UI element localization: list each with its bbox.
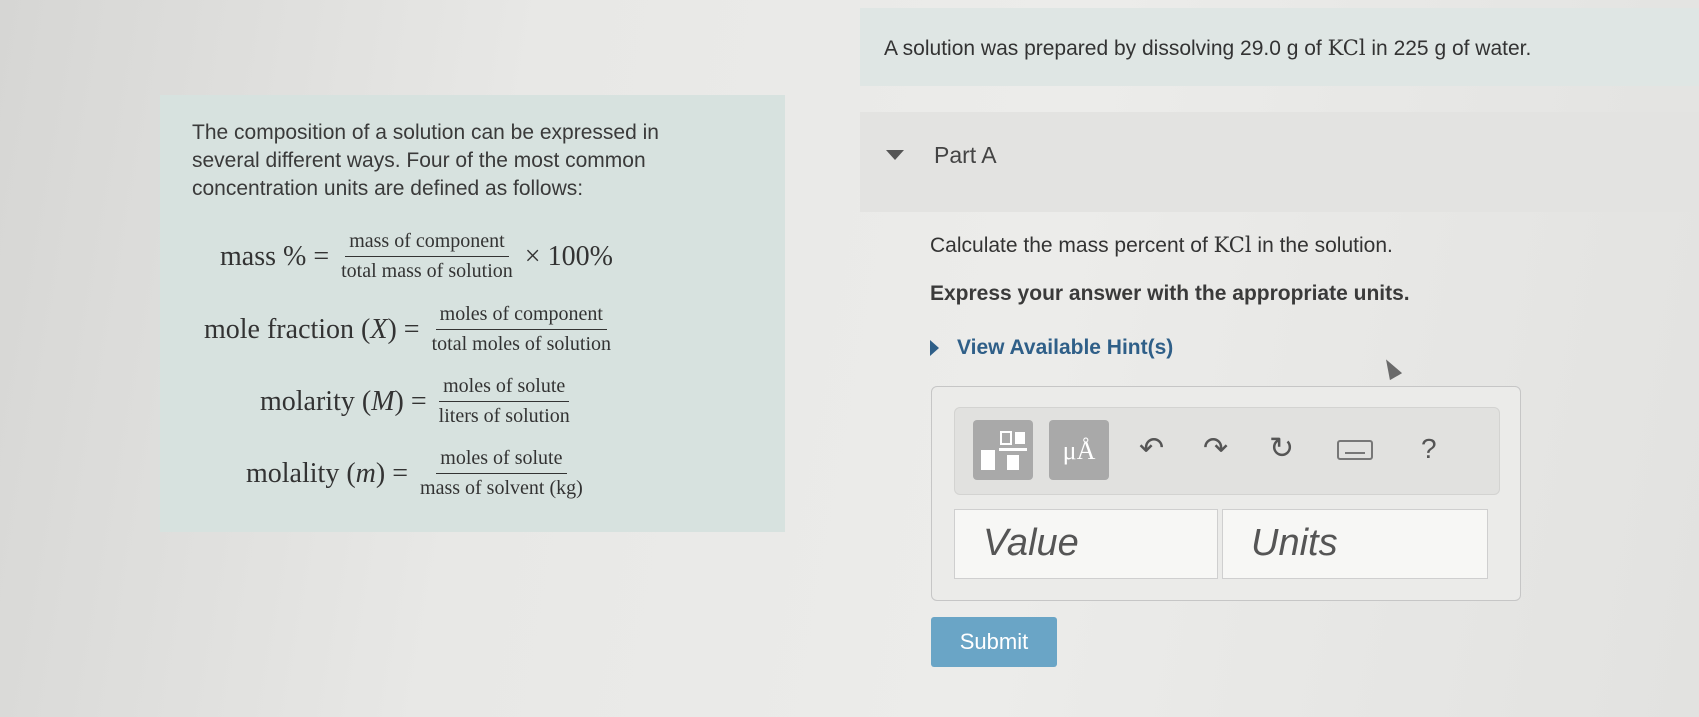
collapse-chevron-icon[interactable] bbox=[886, 150, 904, 160]
mass-percent-fraction: mass of component total mass of solution bbox=[337, 230, 517, 283]
molality-var: m bbox=[355, 457, 376, 489]
intro-text: The composition of a solution can be exp… bbox=[192, 121, 659, 200]
mass-percent-equation: mass % = mass of component total mass of… bbox=[220, 230, 613, 283]
mole-fraction-equation: mole fraction (X) = moles of component t… bbox=[204, 303, 623, 356]
problem-statement: A solution was prepared by dissolving 29… bbox=[860, 8, 1699, 86]
units-button[interactable]: μÅ bbox=[1049, 420, 1109, 480]
answer-box: μÅ ↶ ↷ ↻ ? Value Units bbox=[931, 386, 1521, 601]
mole-fraction-fraction: moles of component total moles of soluti… bbox=[428, 303, 615, 356]
molarity-lhs: molarity ( bbox=[260, 385, 372, 417]
molarity-equation: molarity (M) = moles of solute liters of… bbox=[260, 375, 582, 428]
molality-lhs: molality ( bbox=[246, 457, 356, 489]
statement-prefix: A solution was prepared by dissolving 29… bbox=[884, 37, 1322, 60]
concentration-info-panel: The composition of a solution can be exp… bbox=[160, 95, 785, 532]
molarity-numerator: moles of solute bbox=[439, 375, 570, 402]
expand-arrow-icon bbox=[930, 340, 939, 356]
view-hints-link[interactable]: View Available Hint(s) bbox=[930, 336, 1173, 360]
mole-fraction-lhs: mole fraction ( bbox=[204, 313, 371, 345]
molality-fraction: moles of solute mass of solvent (kg) bbox=[416, 447, 587, 500]
statement-compound: KCl bbox=[1327, 36, 1366, 60]
keyboard-icon[interactable] bbox=[1337, 440, 1373, 460]
help-icon[interactable]: ? bbox=[1421, 434, 1437, 464]
mass-percent-lhs: mass % = bbox=[220, 240, 330, 272]
molarity-fraction: moles of solute liters of solution bbox=[435, 375, 574, 428]
templates-button[interactable] bbox=[973, 420, 1033, 480]
units-input[interactable]: Units bbox=[1222, 509, 1488, 579]
question-prefix: Calculate the mass percent of bbox=[930, 234, 1208, 257]
molarity-lhs-end: ) = bbox=[394, 385, 427, 417]
molality-numerator: moles of solute bbox=[436, 447, 567, 474]
question-suffix: in the solution. bbox=[1257, 234, 1393, 257]
mass-percent-numerator: mass of component bbox=[345, 230, 509, 257]
statement-suffix: in 225 g of water. bbox=[1371, 37, 1532, 60]
submit-button[interactable]: Submit bbox=[931, 617, 1057, 667]
mouse-cursor-icon bbox=[1379, 355, 1403, 381]
molarity-var: M bbox=[371, 385, 395, 417]
part-title: Part A bbox=[934, 142, 997, 168]
molality-denominator: mass of solvent (kg) bbox=[420, 477, 583, 499]
question-text: Calculate the mass percent of KCl in the… bbox=[930, 233, 1393, 258]
value-input[interactable]: Value bbox=[954, 509, 1218, 579]
fraction-template-icon bbox=[981, 431, 1027, 470]
mass-percent-rhs: × 100% bbox=[524, 240, 613, 272]
mole-fraction-numerator: moles of component bbox=[435, 303, 607, 330]
molality-lhs-end: ) = bbox=[375, 457, 409, 489]
molarity-denominator: liters of solution bbox=[438, 405, 570, 427]
part-a-header[interactable]: Part A bbox=[860, 112, 1699, 212]
undo-icon[interactable]: ↶ bbox=[1139, 434, 1164, 464]
molality-equation: molality (m) = moles of solute mass of s… bbox=[246, 447, 595, 500]
mole-fraction-lhs-end: ) = bbox=[387, 313, 420, 345]
question-compound: KCl bbox=[1213, 233, 1252, 257]
instruction-text: Express your answer with the appropriate… bbox=[930, 282, 1410, 305]
reset-icon[interactable]: ↻ bbox=[1269, 434, 1294, 464]
hints-label: View Available Hint(s) bbox=[957, 336, 1174, 359]
math-toolbar: μÅ ↶ ↷ ↻ ? bbox=[954, 407, 1500, 495]
mole-fraction-var: X bbox=[370, 313, 388, 345]
mass-percent-denominator: total mass of solution bbox=[341, 260, 513, 282]
mole-fraction-denominator: total moles of solution bbox=[431, 333, 612, 355]
redo-icon[interactable]: ↷ bbox=[1203, 434, 1228, 464]
